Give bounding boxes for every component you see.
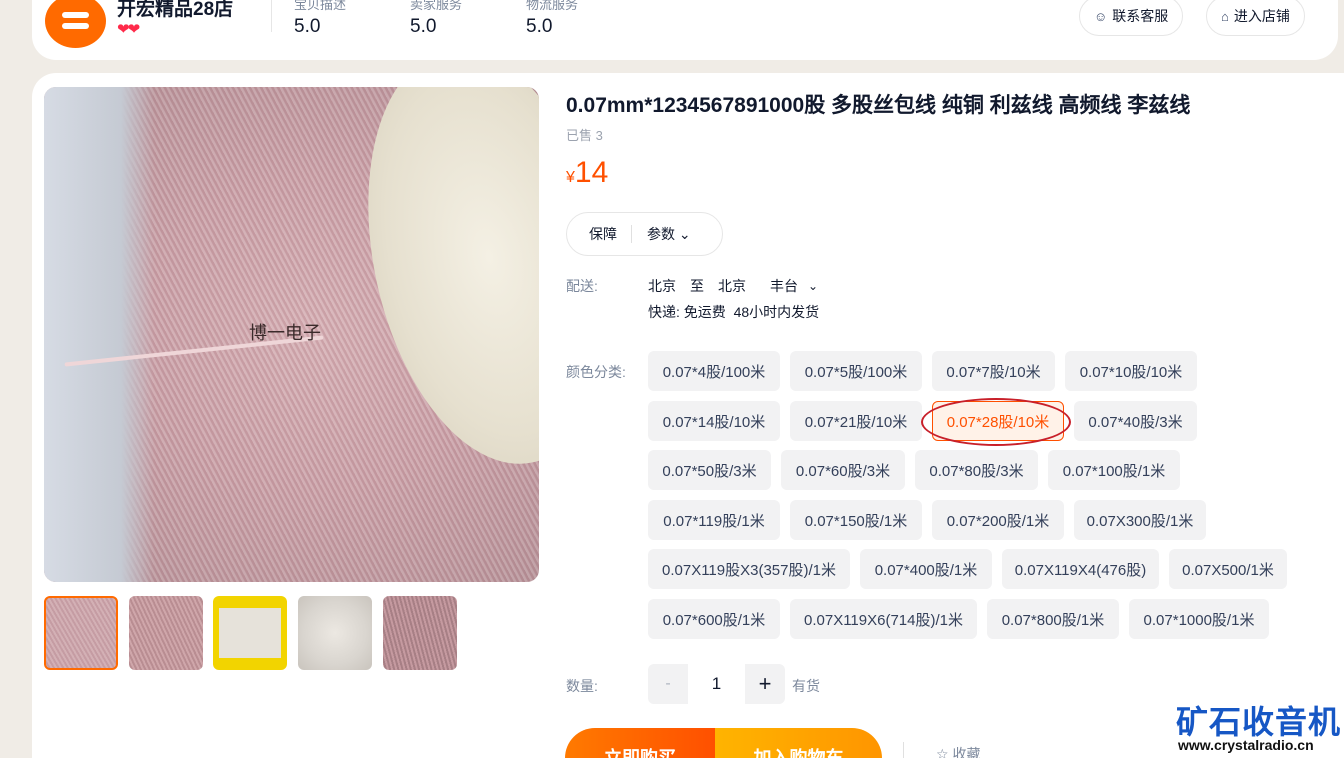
variant-option[interactable]: 0.07*200股/1米 [932, 500, 1064, 540]
variant-option[interactable]: 0.07*60股/3米 [781, 450, 905, 490]
thumbnail-2[interactable] [129, 596, 203, 670]
add-to-cart-button[interactable]: 加入购物车 [715, 728, 882, 758]
chevron-down-icon: ⌄ [678, 226, 691, 242]
favorite-button[interactable]: ☆ 收藏 [936, 744, 980, 758]
quantity-label: 数量: [566, 678, 598, 694]
main-product-image[interactable]: 博一电子 [44, 87, 539, 582]
sold-count: 已售 3 [566, 128, 603, 143]
variant-option[interactable]: 0.07*100股/1米 [1048, 450, 1180, 490]
shop-rating-hearts: ❤❤ [117, 21, 140, 38]
variant-option[interactable]: 0.07*800股/1米 [987, 599, 1119, 639]
variant-option[interactable]: 0.07*600股/1米 [648, 599, 780, 639]
enter-store-button[interactable]: ⌂ 进入店铺 [1206, 0, 1305, 36]
price: ¥14 [566, 156, 609, 189]
info-tabs: 保障 参数 ⌄ [566, 212, 723, 256]
store-icon: ⌂ [1221, 8, 1229, 24]
variant-option[interactable]: 0.07X300股/1米 [1074, 500, 1206, 540]
variant-label: 颜色分类: [566, 364, 626, 380]
variant-option[interactable]: 0.07*7股/10米 [932, 351, 1055, 391]
quantity-decrease-button[interactable]: - [648, 664, 688, 704]
tab-params[interactable]: 参数 ⌄ [632, 224, 691, 244]
product-title: 0.07mm*1234567891000股 多股丝包线 纯铜 利兹线 高频线 李… [566, 94, 1191, 117]
score-description: 宝贝描述 5.0 [294, 0, 347, 37]
variant-option[interactable]: 0.07*5股/100米 [790, 351, 922, 391]
variant-option[interactable]: 0.07X119X4(476股) [1002, 549, 1159, 589]
thumbnail-3[interactable] [213, 596, 287, 670]
variant-option[interactable]: 0.07X500/1米 [1169, 549, 1287, 589]
headset-icon: ☺ [1094, 8, 1108, 24]
variant-option[interactable]: 0.07*150股/1米 [790, 500, 922, 540]
stock-status: 有货 [792, 678, 820, 694]
score-logistics: 物流服务 5.0 [526, 0, 579, 37]
star-icon: ☆ [936, 746, 949, 758]
quantity-input[interactable] [690, 664, 743, 704]
variant-option[interactable]: 0.07X119股X3(357股)/1米 [648, 549, 850, 589]
image-watermark: 博一电子 [249, 323, 321, 344]
variant-option[interactable]: 0.07*50股/3米 [648, 450, 771, 490]
variant-option[interactable]: 0.07*80股/3米 [915, 450, 1038, 490]
site-watermark-url: www.crystalradio.cn [1178, 737, 1314, 753]
variant-option[interactable]: 0.07*1000股/1米 [1129, 599, 1269, 639]
delivery-route[interactable]: 北京 至 北京 丰台 ⌄ [648, 276, 832, 296]
thumbnail-1[interactable] [44, 596, 118, 670]
chevron-down-icon[interactable]: ⌄ [808, 279, 818, 293]
quantity-increase-button[interactable]: + [745, 664, 785, 704]
buy-now-button[interactable]: 立即购买 [565, 728, 715, 758]
delivery-label: 配送: [566, 278, 598, 294]
variant-option[interactable]: 0.07*14股/10米 [648, 401, 780, 441]
variant-option[interactable]: 0.07X119X6(714股)/1米 [790, 599, 977, 639]
contact-service-button[interactable]: ☺ 联系客服 [1079, 0, 1184, 36]
tab-guarantee[interactable]: 保障 [567, 224, 631, 244]
header-divider [271, 0, 272, 32]
variant-option[interactable]: 0.07*40股/3米 [1074, 401, 1197, 441]
thumbnail-5[interactable] [383, 596, 457, 670]
variant-option[interactable]: 0.07*400股/1米 [860, 549, 992, 589]
variant-option[interactable]: 0.07*10股/10米 [1065, 351, 1197, 391]
variant-option-selected[interactable]: 0.07*28股/10米 [932, 401, 1064, 441]
variant-option[interactable]: 0.07*21股/10米 [790, 401, 922, 441]
score-service: 卖家服务 5.0 [410, 0, 463, 37]
variant-option[interactable]: 0.07*119股/1米 [648, 500, 780, 540]
shipping-info: 快递: 免运费 48小时内发货 [648, 304, 820, 320]
thumbnail-4[interactable] [298, 596, 372, 670]
shop-name[interactable]: 开宏精品28店 [117, 0, 233, 21]
variant-option[interactable]: 0.07*4股/100米 [648, 351, 780, 391]
action-divider [903, 742, 904, 758]
